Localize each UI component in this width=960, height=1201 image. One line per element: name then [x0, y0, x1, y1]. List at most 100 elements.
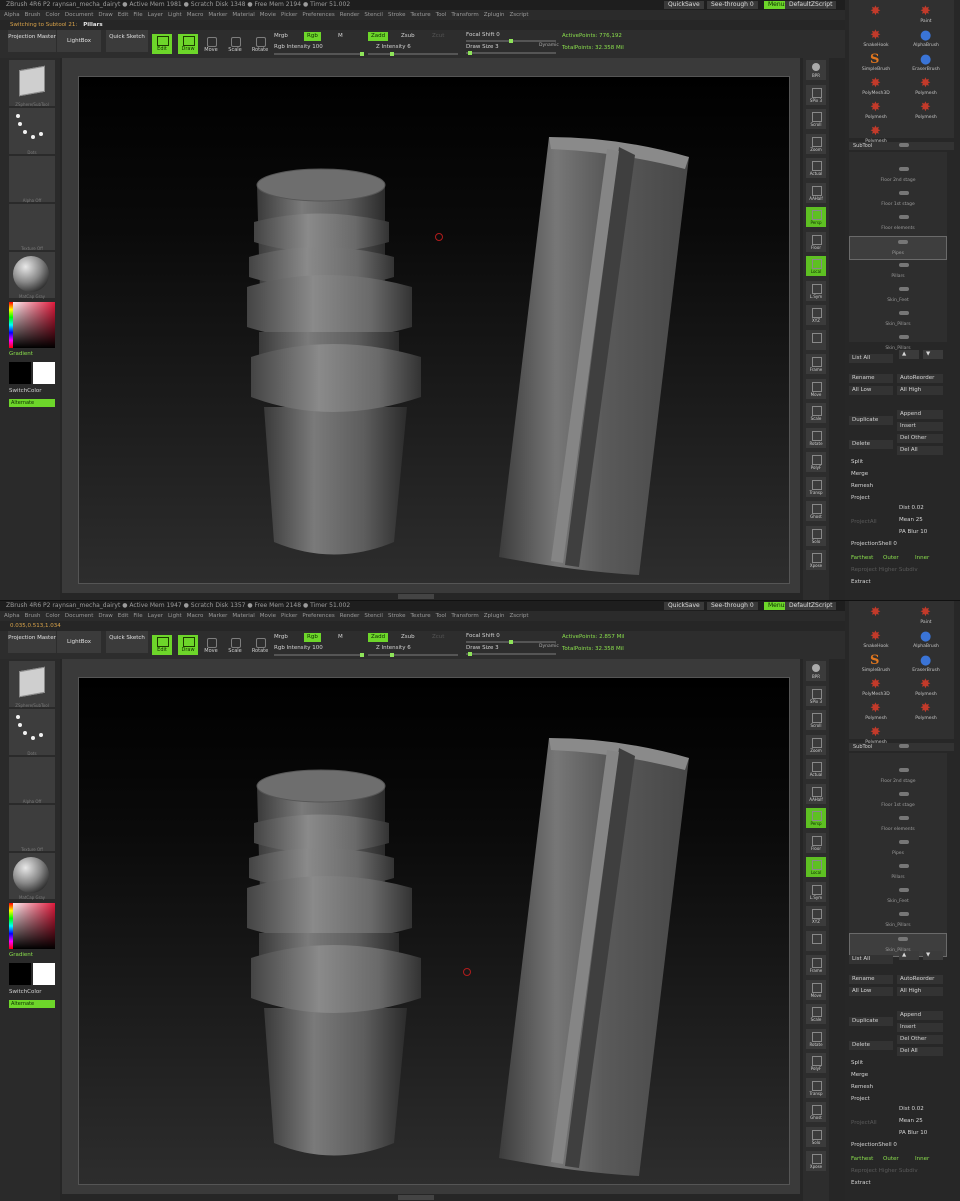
- brush-thumb[interactable]: ✸: [853, 605, 899, 627]
- project-all-button[interactable]: ProjectAll: [851, 1119, 877, 1128]
- focal-shift-slider[interactable]: Focal Shift 0: [466, 31, 500, 40]
- shelf-button-scroll[interactable]: Scroll: [806, 109, 826, 129]
- del-other-button[interactable]: Del Other: [897, 434, 943, 443]
- menu-file[interactable]: File: [133, 12, 142, 18]
- menu-stencil[interactable]: Stencil: [364, 12, 383, 18]
- move-button[interactable]: Move: [201, 34, 221, 54]
- brush-polymesh3d[interactable]: ✸ PolyMesh3D: [853, 677, 899, 699]
- quick-sketch-button[interactable]: Quick Sketch: [106, 30, 148, 52]
- menu-alpha[interactable]: Alpha: [4, 613, 20, 619]
- secondary-color-swatch[interactable]: [33, 963, 55, 985]
- zcut-button[interactable]: Zcut: [432, 32, 444, 41]
- shelf-button-l-sym[interactable]: L.Sym: [806, 881, 826, 902]
- shelf-button-scale[interactable]: Scale: [806, 403, 826, 423]
- brush-eraserbrush[interactable]: ● EraserBrush: [903, 653, 949, 675]
- lightbox-button[interactable]: LightBox: [57, 30, 101, 52]
- brush-thumb[interactable]: ✸: [853, 4, 899, 26]
- subtool-item[interactable]: Floor elements: [849, 813, 947, 837]
- subtool-item[interactable]: Skin_Feet: [849, 885, 947, 909]
- menu-zplugin[interactable]: Zplugin: [484, 12, 505, 18]
- project-all-button[interactable]: ProjectAll: [851, 518, 877, 527]
- subtool-item[interactable]: [849, 741, 947, 765]
- shelf-button-rotate[interactable]: Rotate: [806, 1028, 826, 1049]
- brush-simplebrush[interactable]: S SimpleBrush: [853, 52, 899, 74]
- shelf-button-transp[interactable]: Transp: [806, 1077, 826, 1098]
- edit-button[interactable]: Edit: [152, 635, 172, 655]
- zsub-button[interactable]: Zsub: [401, 633, 415, 642]
- merge-menu[interactable]: Merge: [851, 1071, 868, 1080]
- inner-button[interactable]: Inner: [915, 554, 929, 563]
- menu-alpha[interactable]: Alpha: [4, 12, 20, 18]
- material-thumbnail[interactable]: MatCap Gray: [9, 853, 55, 900]
- subtool-visibility-toggle[interactable]: [899, 214, 941, 220]
- shelf-button-solo[interactable]: Solo: [806, 525, 826, 546]
- shelf-button-move[interactable]: Move: [806, 979, 826, 1000]
- split-menu[interactable]: Split: [851, 458, 863, 467]
- menu-zscript[interactable]: Zscript: [509, 613, 528, 619]
- shelf-button-bpr[interactable]: BPR: [806, 60, 826, 80]
- append-button[interactable]: Append: [897, 410, 943, 419]
- brush-polymesh[interactable]: ✸Polymesh: [903, 701, 949, 723]
- subtool-visibility-toggle[interactable]: [899, 286, 941, 292]
- projection-shell-slider[interactable]: ProjectionShell 0: [851, 1141, 897, 1150]
- menu-stroke[interactable]: Stroke: [388, 12, 406, 18]
- mean-slider[interactable]: Mean 25: [899, 516, 923, 525]
- m-button[interactable]: M: [338, 633, 343, 642]
- default-zscript-button[interactable]: DefaultZScript: [785, 1, 837, 9]
- quicksave-button[interactable]: QuickSave: [664, 1, 704, 9]
- main-color-swatch[interactable]: [9, 963, 31, 985]
- see-through-slider[interactable]: See-through 0: [707, 602, 758, 610]
- subtool-visibility-toggle[interactable]: [898, 239, 940, 245]
- brush-polymesh3d[interactable]: ✸ PolyMesh3D: [853, 76, 899, 98]
- arrow-up-icon[interactable]: ▲: [899, 951, 919, 960]
- shelf-button-aahalf[interactable]: AAHalf: [806, 783, 826, 804]
- mrgb-button[interactable]: Mrgb: [274, 633, 288, 642]
- focal-shift-slider[interactable]: Focal Shift 0: [466, 632, 500, 641]
- subtool-visibility-toggle[interactable]: [899, 767, 941, 773]
- edit-button[interactable]: Edit: [152, 34, 172, 54]
- menu-file[interactable]: File: [133, 613, 142, 619]
- menu-edit[interactable]: Edit: [118, 613, 129, 619]
- main-color-swatch[interactable]: [9, 362, 31, 384]
- secondary-color-swatch[interactable]: [33, 362, 55, 384]
- z-intensity-track[interactable]: [368, 52, 458, 56]
- outer-button[interactable]: Outer: [883, 1155, 899, 1164]
- menu-texture[interactable]: Texture: [411, 12, 431, 18]
- menu-draw[interactable]: Draw: [98, 12, 112, 18]
- menu-document[interactable]: Document: [65, 12, 94, 18]
- subtool-visibility-toggle[interactable]: [899, 310, 941, 316]
- shelf-button-frame[interactable]: Frame: [806, 354, 826, 374]
- zsub-button[interactable]: Zsub: [401, 32, 415, 41]
- append-button[interactable]: Append: [897, 1011, 943, 1020]
- shelf-button-local[interactable]: Local: [806, 256, 826, 276]
- shelf-button-local[interactable]: Local: [806, 857, 826, 877]
- color-picker[interactable]: [9, 302, 55, 348]
- shelf-button-floor[interactable]: Floor: [806, 231, 826, 252]
- z-intensity-slider[interactable]: Z Intensity 6: [376, 644, 411, 653]
- pa-blur-slider[interactable]: PA Blur 10: [899, 1129, 927, 1138]
- dynamic-button[interactable]: Dynamic: [539, 642, 559, 651]
- brush-thumbnail[interactable]: Dots: [9, 108, 55, 155]
- brush-paint[interactable]: ✸ Paint: [903, 605, 949, 627]
- menu-texture[interactable]: Texture: [411, 613, 431, 619]
- shelf-button-ghost[interactable]: Ghost: [806, 1102, 826, 1122]
- shelf-button-rotate[interactable]: Rotate: [806, 427, 826, 448]
- shelf-button-spix-3[interactable]: SPix 3: [806, 84, 826, 105]
- menu-light[interactable]: Light: [168, 613, 182, 619]
- rgb-intensity-track[interactable]: [274, 653, 364, 657]
- menu-preferences[interactable]: Preferences: [302, 12, 334, 18]
- shelf-button-ghost[interactable]: Ghost: [806, 501, 826, 521]
- arrow-down-icon[interactable]: ▼: [923, 350, 943, 359]
- menu-render[interactable]: Render: [340, 613, 360, 619]
- brush-alphabrush[interactable]: ● AlphaBrush: [903, 28, 949, 50]
- brush-alphabrush[interactable]: ● AlphaBrush: [903, 629, 949, 651]
- brush-snakehook[interactable]: ✸ SnakeHook: [853, 28, 899, 50]
- shelf-button-blank[interactable]: [806, 930, 826, 951]
- subtool-item[interactable]: Skin_Pillars: [849, 308, 947, 332]
- projection-master-button[interactable]: Projection Master: [8, 30, 56, 52]
- reproject-button[interactable]: Reproject Higher Subdiv: [851, 1167, 918, 1176]
- brush-eraserbrush[interactable]: ● EraserBrush: [903, 52, 949, 74]
- menu-document[interactable]: Document: [65, 613, 94, 619]
- subtool-visibility-toggle[interactable]: [899, 911, 941, 917]
- shelf-button-xyz[interactable]: XYZ: [806, 305, 826, 325]
